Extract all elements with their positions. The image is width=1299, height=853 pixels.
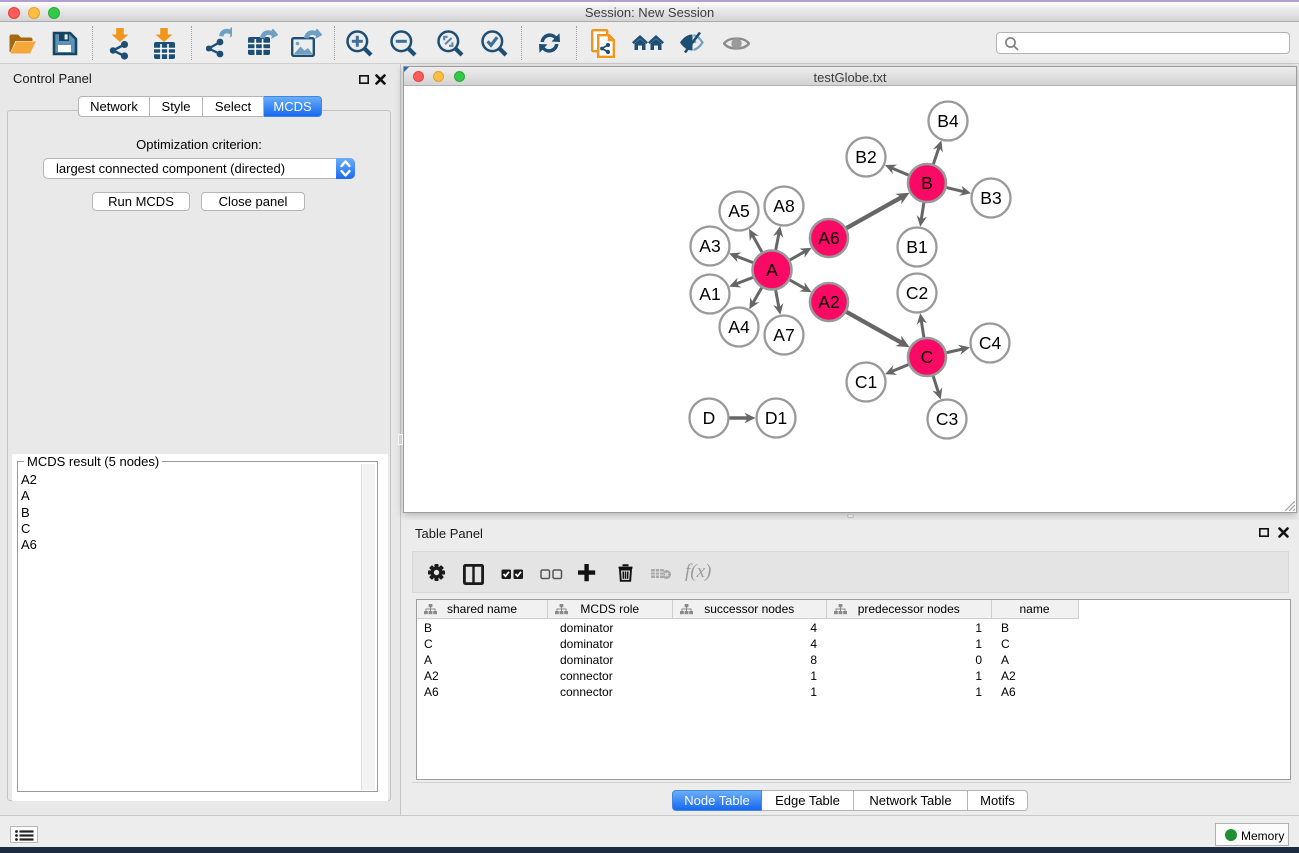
svg-text:C3: C3	[936, 409, 958, 429]
svg-text:C2: C2	[906, 283, 928, 303]
svg-text:B: B	[921, 173, 933, 193]
svg-text:B4: B4	[937, 111, 959, 131]
svg-text:A4: A4	[728, 317, 750, 337]
svg-text:D: D	[703, 408, 716, 428]
svg-text:B3: B3	[980, 188, 1001, 208]
svg-text:B1: B1	[906, 237, 927, 257]
svg-text:C1: C1	[855, 372, 877, 392]
svg-text:C4: C4	[979, 333, 1002, 353]
svg-text:C: C	[921, 347, 934, 367]
svg-text:A8: A8	[773, 196, 794, 216]
svg-text:A5: A5	[728, 201, 749, 221]
svg-text:A6: A6	[818, 228, 839, 248]
svg-text:A3: A3	[699, 236, 720, 256]
svg-text:D1: D1	[765, 408, 787, 428]
svg-text:A2: A2	[818, 292, 839, 312]
svg-text:A7: A7	[773, 325, 794, 345]
svg-text:A1: A1	[699, 284, 720, 304]
svg-text:B2: B2	[855, 147, 876, 167]
svg-text:f(x): f(x)	[685, 561, 711, 582]
svg-text:A: A	[766, 260, 778, 280]
